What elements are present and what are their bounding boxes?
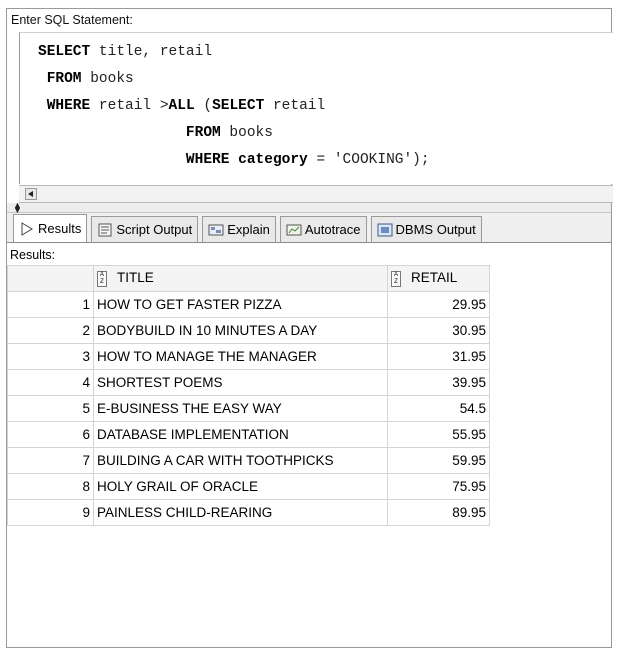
row-number: 7: [7, 447, 94, 474]
row-number: 6: [7, 421, 94, 448]
cell-title[interactable]: HOLY GRAIL OF ORACLE: [93, 473, 388, 500]
sql-editor[interactable]: SELECT title, retail FROM books WHERE re…: [19, 32, 613, 184]
cell-title[interactable]: HOW TO MANAGE THE MANAGER: [93, 343, 388, 370]
cell-retail[interactable]: 30.95: [387, 317, 490, 344]
cell-title[interactable]: E-BUSINESS THE EASY WAY: [93, 395, 388, 422]
script-icon: [97, 223, 113, 237]
sql-code[interactable]: SELECT title, retail FROM books WHERE re…: [20, 33, 613, 174]
table-row[interactable]: 3 HOW TO MANAGE THE MANAGER 31.95: [7, 343, 490, 370]
tab-script-output[interactable]: Script Output: [91, 216, 199, 242]
editor-horizontal-scrollbar[interactable]: [19, 185, 613, 203]
sql-keyword: WHERE: [38, 98, 91, 114]
cell-title[interactable]: HOW TO GET FASTER PIZZA: [93, 291, 388, 318]
tab-dbms-output[interactable]: DBMS Output: [370, 216, 482, 242]
table-row[interactable]: 5 E-BUSINESS THE EASY WAY 54.5: [7, 395, 490, 422]
cell-title[interactable]: BODYBUILD IN 10 MINUTES A DAY: [93, 317, 388, 344]
column-header-title[interactable]: A Z TITLE: [93, 265, 388, 292]
results-label: Results:: [7, 245, 611, 265]
table-row[interactable]: 8 HOLY GRAIL OF ORACLE 75.95: [7, 473, 490, 500]
tab-label: DBMS Output: [395, 222, 476, 237]
column-header-retail[interactable]: A Z RETAIL: [387, 265, 490, 292]
sql-statement-label: Enter SQL Statement:: [11, 13, 133, 27]
tab-label: Results: [38, 221, 82, 236]
results-grid: A Z TITLE A Z RETAIL 1 HOW TO GET FASTER PIZZ…: [7, 265, 490, 526]
play-icon: [19, 221, 35, 236]
cell-retail[interactable]: 31.95: [387, 343, 490, 370]
cell-title[interactable]: PAINLESS CHILD-REARING: [93, 499, 388, 526]
row-number: 1: [7, 291, 94, 318]
cell-title[interactable]: SHORTEST POEMS: [93, 369, 388, 396]
column-header-label: TITLE: [117, 270, 154, 286]
cell-retail[interactable]: 89.95: [387, 499, 490, 526]
cell-title[interactable]: BUILDING A CAR WITH TOOTHPICKS: [93, 447, 388, 474]
sort-icon: AZ: [97, 270, 107, 287]
table-row[interactable]: 2 BODYBUILD IN 10 MINUTES A DAY 30.95: [7, 317, 490, 344]
sql-keyword: FROM: [38, 125, 221, 141]
row-number: 3: [7, 343, 94, 370]
sql-text: books: [81, 71, 134, 87]
autotrace-icon: [286, 223, 302, 237]
table-row[interactable]: 6 DATABASE IMPLEMENTATION 55.95: [7, 421, 490, 448]
table-row[interactable]: 4 SHORTEST POEMS 39.95: [7, 369, 490, 396]
sql-keyword: WHERE category: [38, 152, 308, 168]
tab-label: Script Output: [116, 222, 193, 237]
cell-retail[interactable]: 55.95: [387, 421, 490, 448]
sql-keyword: ALL: [168, 98, 195, 114]
output-tabs: Results Script Output Explain Autotrace DBMS…: [7, 213, 611, 243]
row-number: 8: [7, 473, 94, 500]
row-number: 9: [7, 499, 94, 526]
cell-retail[interactable]: 59.95: [387, 447, 490, 474]
pane-splitter[interactable]: ▲ ▼: [7, 201, 611, 215]
tab-explain[interactable]: Explain: [202, 216, 276, 242]
tab-results[interactable]: Results: [13, 214, 88, 242]
explain-icon: [208, 223, 224, 237]
dbms-icon: [377, 223, 393, 237]
cell-retail[interactable]: 75.95: [387, 473, 490, 500]
results-grid-area: A Z TITLE A Z RETAIL 1 HOW TO GET FASTER PIZZ…: [7, 265, 611, 647]
sql-text: books: [220, 125, 273, 141]
row-number: 4: [7, 369, 94, 396]
sort-icon: AZ: [391, 270, 401, 287]
sql-text: title, retail: [90, 44, 213, 60]
splitter-arrows-icon[interactable]: ▲ ▼: [13, 201, 22, 215]
sql-text: (: [194, 98, 213, 114]
sql-keyword: SELECT: [212, 98, 265, 114]
sql-keyword: SELECT: [38, 44, 91, 60]
tab-label: Explain: [227, 222, 270, 237]
scroll-left-arrow-icon[interactable]: [25, 188, 37, 200]
tab-autotrace[interactable]: Autotrace: [279, 216, 367, 242]
cell-retail[interactable]: 39.95: [387, 369, 490, 396]
sql-text: = 'COOKING');: [307, 152, 430, 168]
row-number-header: [7, 265, 94, 292]
cell-title[interactable]: DATABASE IMPLEMENTATION: [93, 421, 388, 448]
grid-header-row: A Z TITLE A Z RETAIL: [7, 265, 490, 292]
column-header-label: RETAIL: [411, 270, 458, 286]
cell-retail[interactable]: 54.5: [387, 395, 490, 422]
sql-worksheet: Enter SQL Statement: SELECT title, retai…: [6, 8, 613, 648]
sql-keyword: FROM: [38, 71, 82, 87]
sql-text: retail: [264, 98, 326, 114]
sql-text: retail >: [90, 98, 169, 114]
table-row[interactable]: 1 HOW TO GET FASTER PIZZA 29.95: [7, 291, 490, 318]
row-number: 5: [7, 395, 94, 422]
cell-retail[interactable]: 29.95: [387, 291, 490, 318]
table-row[interactable]: 7 BUILDING A CAR WITH TOOTHPICKS 59.95: [7, 447, 490, 474]
table-row[interactable]: 9 PAINLESS CHILD-REARING 89.95: [7, 499, 490, 526]
tab-label: Autotrace: [304, 222, 361, 237]
row-number: 2: [7, 317, 94, 344]
